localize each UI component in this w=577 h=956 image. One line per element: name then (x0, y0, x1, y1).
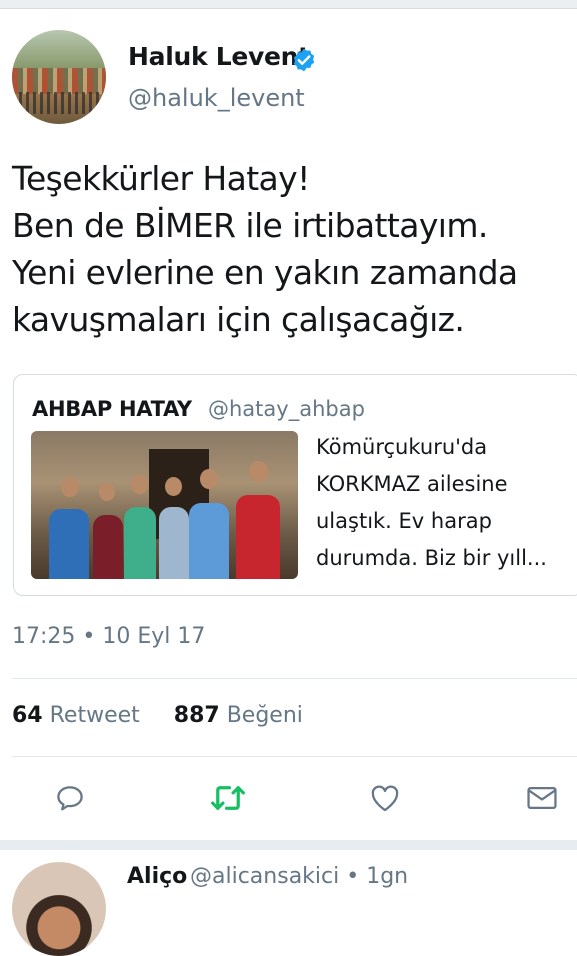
quoted-text-line: Kömürçukuru'da (316, 435, 488, 459)
avatar-field-rows (12, 68, 106, 94)
top-border (0, 0, 577, 9)
likes-stat[interactable]: 887 Beğeni (174, 703, 303, 728)
author-handle[interactable]: @haluk_levent (128, 84, 305, 112)
reply-author-handle-time[interactable]: @alicansakici • 1gn (190, 864, 408, 889)
likes-count: 887 (173, 703, 220, 728)
photo-head (249, 461, 268, 482)
tweet-text-line: Yeni evlerine en yakın zamanda (12, 253, 518, 292)
photo-head (61, 477, 79, 497)
reply-button[interactable] (50, 778, 90, 818)
tweet-text-line: Teşekkürler Hatay! (12, 159, 310, 198)
envelope-icon (527, 786, 557, 810)
photo-person (189, 503, 229, 579)
like-button[interactable] (365, 778, 405, 818)
photo-head (131, 475, 148, 494)
retweets-stat[interactable]: 64 Retweet (12, 703, 147, 728)
retweets-count: 64 (12, 703, 43, 728)
avatar-crowd (12, 92, 106, 114)
reply-author-avatar[interactable] (12, 862, 106, 956)
author-avatar[interactable] (12, 30, 106, 124)
heart-icon (371, 785, 399, 812)
tweet-text-line: kavuşmaları için çalışacağız. (12, 300, 465, 339)
retweets-label: Retweet (49, 703, 140, 728)
tweet-text: Teşekkürler Hatay! Ben de BİMER ile irti… (12, 155, 572, 343)
photo-person (124, 507, 156, 579)
retweet-button[interactable] (208, 778, 248, 818)
photo-head (200, 469, 218, 489)
quoted-text-line: durumda. Biz bir yıll... (316, 546, 547, 570)
photo-head (165, 477, 182, 496)
divider (12, 756, 577, 757)
divider (12, 678, 577, 679)
retweet-icon (211, 786, 245, 810)
tweet-timestamp[interactable]: 17:25 • 10 Eyl 17 (12, 624, 205, 649)
quoted-tweet-card[interactable]: AHBAP HATAY @hatay_ahbap Kömürçukuru'da … (13, 374, 577, 596)
verified-badge-icon (293, 48, 315, 72)
likes-label: Beğeni (226, 703, 303, 728)
photo-person (236, 495, 280, 579)
quoted-tweet-photo[interactable] (31, 431, 298, 579)
quoted-text-line: ulaştık. Ev harap (316, 509, 492, 533)
reply-icon (57, 786, 83, 811)
photo-person (49, 509, 89, 579)
tweet-actions-bar (0, 778, 577, 822)
quoted-author-name: AHBAP HATAY (32, 397, 192, 421)
quoted-tweet-text: Kömürçukuru'da KORKMAZ ailesine ulaştık.… (316, 429, 577, 577)
reply-author-name[interactable]: Aliço (127, 864, 187, 889)
quoted-author-handle: @hatay_ahbap (208, 397, 365, 421)
quoted-text-line: KORKMAZ ailesine (316, 472, 508, 496)
tweet-text-line: Ben de BİMER ile irtibattayım. (12, 206, 488, 245)
section-separator (0, 840, 577, 850)
author-display-name[interactable]: Haluk Levent (128, 42, 310, 71)
photo-person (159, 507, 189, 579)
photo-head (99, 483, 115, 501)
tweet-stats: 64 Retweet 887 Beğeni (12, 703, 303, 728)
photo-person (93, 515, 123, 579)
direct-message-button[interactable] (522, 778, 562, 818)
